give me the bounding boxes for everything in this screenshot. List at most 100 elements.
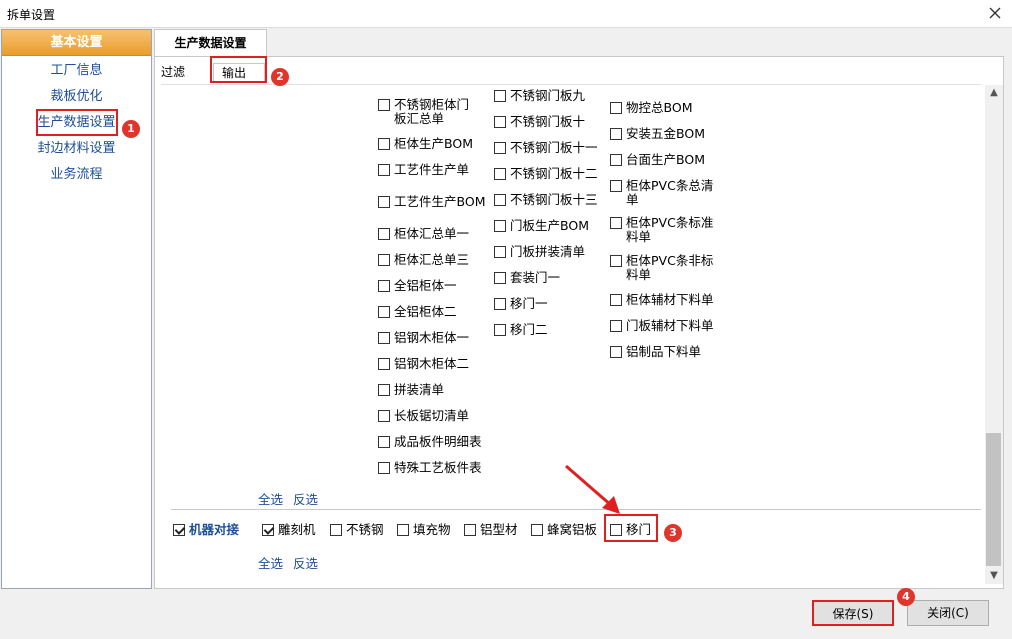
checkbox-icon <box>610 154 622 166</box>
report-checkbox[interactable]: 铝钢木柜体一 <box>378 331 469 345</box>
sidebar-item-panel-optimization[interactable]: 裁板优化 <box>2 87 151 107</box>
select-all-machines-link[interactable]: 全选 <box>258 553 283 572</box>
machine-option-sliding-door[interactable]: 移门 <box>610 523 651 537</box>
checkbox-icon <box>378 280 390 292</box>
tab-production-data[interactable]: 生产数据设置 <box>154 29 267 57</box>
report-checkbox[interactable]: 全铝柜体一 <box>378 279 457 293</box>
checkbox-icon <box>378 138 390 150</box>
report-checkbox[interactable]: 柜体PVC条标准 料单 <box>610 216 713 244</box>
report-checkbox[interactable]: 安装五金BOM <box>610 127 705 141</box>
machine-option-checkbox[interactable]: 雕刻机 <box>262 523 316 537</box>
report-checkbox[interactable]: 不锈钢门板十 <box>494 115 585 129</box>
invert-machines-link[interactable]: 反选 <box>293 553 318 572</box>
checkbox-icon <box>378 436 390 448</box>
checkbox-icon <box>494 116 506 128</box>
report-checkbox[interactable]: 移门一 <box>494 297 548 311</box>
invert-reports-link[interactable]: 反选 <box>293 489 318 508</box>
report-checkbox[interactable]: 台面生产BOM <box>610 153 705 167</box>
scroll-up-icon[interactable]: ▲ <box>985 85 1003 101</box>
checkbox-icon <box>494 272 506 284</box>
report-checkbox[interactable]: 不锈钢门板十三 <box>494 193 598 207</box>
tab-output[interactable]: 输出 <box>213 63 265 83</box>
report-checkbox[interactable]: 移门二 <box>494 323 548 337</box>
report-checkbox[interactable]: 不锈钢门板十一 <box>494 141 598 155</box>
report-checkbox[interactable]: 门板拼装清单 <box>494 245 585 259</box>
report-checkbox[interactable]: 柜体PVC条非标 料单 <box>610 254 713 282</box>
title-bar: 拆单设置 <box>0 0 1012 28</box>
report-checkbox[interactable]: 成品板件明细表 <box>378 435 482 449</box>
report-checkbox[interactable]: 工艺件生产单 <box>378 163 469 177</box>
checkbox-icon <box>378 306 390 318</box>
report-checkbox[interactable]: 特殊工艺板件表 <box>378 461 482 475</box>
sidebar-item-edge-material[interactable]: 封边材料设置 <box>2 139 151 159</box>
scroll-down-icon[interactable]: ▼ <box>985 568 1003 584</box>
report-checkbox[interactable]: 柜体PVC条总清 单 <box>610 179 713 207</box>
sidebar-item-workflow[interactable]: 业务流程 <box>2 165 151 185</box>
report-checkbox[interactable]: 柜体汇总单一 <box>378 227 469 241</box>
checkbox-checked-icon <box>262 524 274 536</box>
report-checkbox[interactable]: 铝制品下料单 <box>610 345 701 359</box>
sidebar-item-factory-info[interactable]: 工厂信息 <box>2 61 151 81</box>
tab-filter[interactable]: 过滤 <box>161 63 185 83</box>
sidebar: 基本设置 工厂信息 裁板优化 生产数据设置 封边材料设置 业务流程 <box>1 29 152 589</box>
checkbox-icon <box>378 254 390 266</box>
checkbox-icon <box>494 298 506 310</box>
checkbox-icon <box>610 346 622 358</box>
checkbox-icon <box>494 168 506 180</box>
report-checkbox[interactable]: 柜体辅材下料单 <box>610 293 714 307</box>
checkbox-icon <box>494 220 506 232</box>
step-marker: 3 <box>664 524 682 542</box>
checkbox-icon <box>610 180 622 192</box>
report-checkbox[interactable]: 柜体汇总单三 <box>378 253 469 267</box>
checkbox-icon <box>610 524 622 536</box>
checkbox-icon <box>610 217 622 229</box>
save-button[interactable]: 保存(S) <box>812 600 894 626</box>
checkbox-icon <box>378 410 390 422</box>
step-marker: 2 <box>271 68 289 86</box>
scrollbar-thumb[interactable] <box>986 433 1001 566</box>
checkbox-icon <box>494 324 506 336</box>
report-checkbox[interactable]: 门板辅材下料单 <box>610 319 714 333</box>
report-checkbox[interactable]: 拼装清单 <box>378 383 444 397</box>
checkbox-icon <box>610 128 622 140</box>
arrow-icon <box>565 464 620 514</box>
checkbox-icon <box>610 255 622 267</box>
checkbox-icon <box>378 99 390 111</box>
checkbox-icon <box>378 462 390 474</box>
report-checkbox[interactable]: 工艺件生产BOM <box>378 195 485 209</box>
machine-option-checkbox[interactable]: 填充物 <box>397 523 451 537</box>
checkbox-icon <box>378 228 390 240</box>
report-checkbox[interactable]: 长板锯切清单 <box>378 409 469 423</box>
report-checkbox[interactable]: 物控总BOM <box>610 101 692 115</box>
checkbox-icon <box>397 524 409 536</box>
report-checkbox[interactable]: 铝钢木柜体二 <box>378 357 469 371</box>
vertical-scrollbar[interactable]: ▲ ▼ <box>985 85 1003 584</box>
machine-option-checkbox[interactable]: 蜂窝铝板 <box>531 523 597 537</box>
report-checkbox[interactable]: 柜体生产BOM <box>378 137 473 151</box>
tab-bar: 生产数据设置 <box>152 29 1012 57</box>
machine-option-checkbox[interactable]: 铝型材 <box>464 523 518 537</box>
report-checkbox[interactable]: 全铝柜体二 <box>378 305 457 319</box>
checkbox-icon <box>610 294 622 306</box>
machine-docking-checkbox[interactable]: 机器对接 <box>173 523 239 537</box>
select-all-reports-link[interactable]: 全选 <box>258 489 283 508</box>
report-checkbox[interactable]: 门板生产BOM <box>494 219 589 233</box>
close-icon[interactable] <box>986 4 1004 22</box>
checkbox-icon <box>378 384 390 396</box>
sidebar-header[interactable]: 基本设置 <box>2 30 151 56</box>
checkbox-icon <box>330 524 342 536</box>
machine-option-checkbox[interactable]: 不锈钢 <box>330 523 384 537</box>
report-checkbox[interactable]: 套装门一 <box>494 271 560 285</box>
report-checkbox[interactable]: 不锈钢门板十二 <box>494 167 598 181</box>
report-checkbox[interactable]: 不锈钢门板九 <box>494 89 585 103</box>
checkbox-icon <box>494 194 506 206</box>
close-button[interactable]: 关闭(C) <box>907 600 989 626</box>
checkbox-icon <box>378 332 390 344</box>
checkbox-checked-icon <box>173 524 185 536</box>
window-title: 拆单设置 <box>7 8 56 22</box>
checkbox-icon <box>494 142 506 154</box>
step-marker: 4 <box>897 588 915 606</box>
step-marker: 1 <box>122 120 140 138</box>
checkbox-icon <box>531 524 543 536</box>
report-checkbox[interactable]: 不锈钢柜体门 板汇总单 <box>378 98 469 126</box>
